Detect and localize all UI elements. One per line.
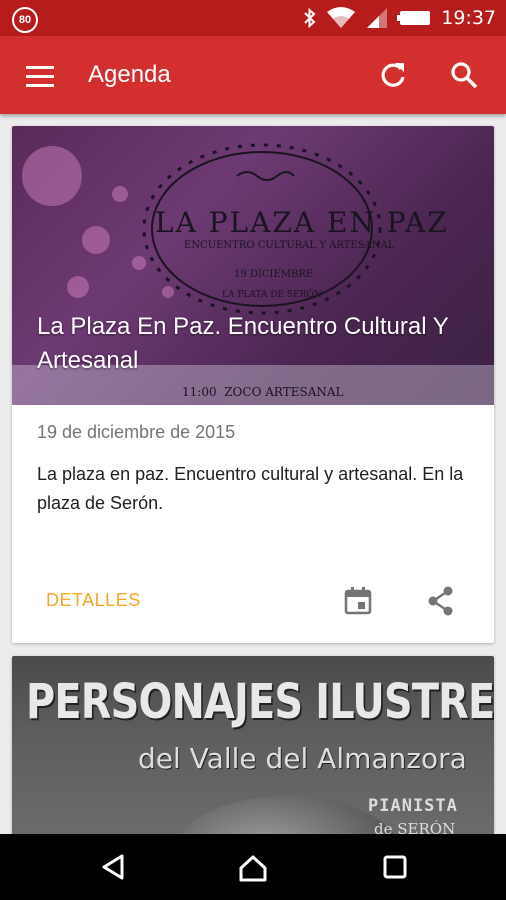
notification-badge: 80 xyxy=(12,7,38,33)
event-title[interactable]: La Plaza En Paz. Encuentro Cultural Y Ar… xyxy=(37,310,457,378)
calendar-icon[interactable] xyxy=(342,584,374,616)
event-image[interactable]: PERSONAJES ILUSTRES del Valle del Almanz… xyxy=(12,656,494,856)
back-icon[interactable] xyxy=(98,852,128,882)
wifi-icon xyxy=(327,7,356,29)
home-icon[interactable] xyxy=(237,852,269,884)
bluetooth-icon xyxy=(303,8,317,28)
search-icon[interactable] xyxy=(446,57,482,93)
poster-bottom: 11:00 ZOCO ARTESANAL xyxy=(182,385,344,399)
poster-heading: PERSONAJES ILUSTRES xyxy=(26,674,494,730)
page-title: Agenda xyxy=(88,61,171,88)
event-description: La plaza en paz. Encuentro cultural y ar… xyxy=(37,464,464,513)
poster-tag: PIANISTA xyxy=(368,796,458,816)
signal-icon xyxy=(365,7,388,29)
menu-icon[interactable] xyxy=(22,58,58,94)
app-bar: Agenda xyxy=(0,36,506,114)
event-card[interactable]: PERSONAJES ILUSTRES del Valle del Almanz… xyxy=(12,656,494,856)
poster-subheading: ENCUENTRO CULTURAL Y ARTESANAL xyxy=(184,240,395,251)
status-bar: 80 19:37 xyxy=(0,0,506,36)
event-image[interactable]: LA PLAZA EN PAZ ENCUENTRO CULTURAL Y ART… xyxy=(12,126,494,405)
details-button[interactable]: DETALLES xyxy=(46,590,141,611)
battery-icon xyxy=(397,10,431,26)
share-icon[interactable] xyxy=(424,584,458,618)
event-card[interactable]: LA PLAZA EN PAZ ENCUENTRO CULTURAL Y ART… xyxy=(12,126,494,643)
poster-place: LA PLATA DE SERÓN xyxy=(222,290,322,300)
event-date: 19 de diciembre de 2015 xyxy=(37,422,236,442)
poster-heading: LA PLAZA EN PAZ xyxy=(155,206,449,239)
navigation-bar xyxy=(0,834,506,900)
poster-date: 19 DICIEMBRE xyxy=(234,269,314,280)
refresh-icon[interactable] xyxy=(375,57,411,93)
poster-subheading: del Valle del Almanzora xyxy=(138,742,467,775)
notification-badge-count: 80 xyxy=(12,7,38,33)
clock: 19:37 xyxy=(441,7,496,29)
recent-apps-icon[interactable] xyxy=(380,852,410,882)
